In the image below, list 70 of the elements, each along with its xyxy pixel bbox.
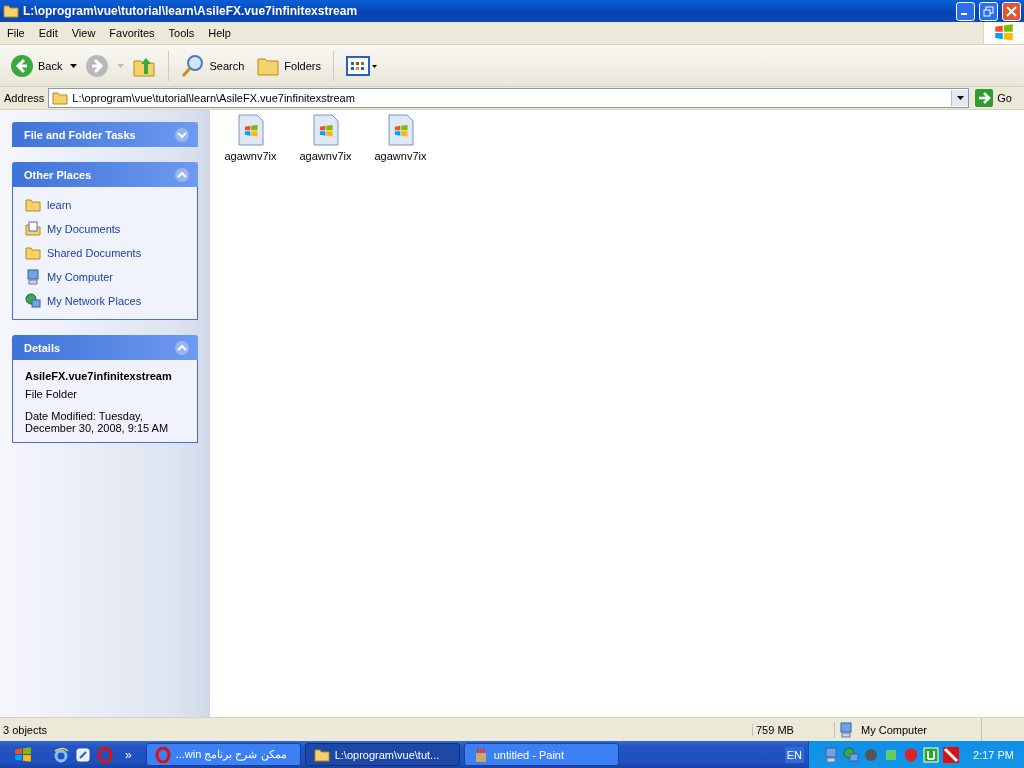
- language-indicator[interactable]: EN: [784, 746, 805, 763]
- place-link[interactable]: My Computer: [25, 267, 185, 287]
- search-button[interactable]: Search: [177, 51, 249, 80]
- network-icon: [25, 293, 41, 309]
- caret-icon: [956, 96, 964, 100]
- window-title: L:\oprogram\vue\tutorial\learn\AsileFX.vue7infinitexstream: [23, 4, 359, 18]
- folder-icon: [25, 197, 41, 213]
- caret-icon[interactable]: [70, 63, 78, 68]
- windows-flag-icon: [994, 23, 1014, 43]
- menu-item[interactable]: View: [64, 27, 103, 39]
- taskbar-button[interactable]: ممكن شرح برنامج win...: [145, 743, 301, 766]
- more-button[interactable]: »: [119, 747, 138, 762]
- minimize-button[interactable]: [956, 1, 975, 21]
- panel-header[interactable]: Other Places: [12, 162, 198, 187]
- menu-item[interactable]: Favorites: [102, 27, 162, 39]
- minimize-icon: [960, 13, 967, 15]
- menu-item[interactable]: Help: [201, 27, 238, 39]
- panel-header[interactable]: File and Folder Tasks: [12, 122, 198, 147]
- free-space: 759 MB: [752, 723, 834, 736]
- restore-button[interactable]: [979, 1, 998, 21]
- place-link[interactable]: Shared Documents: [25, 243, 185, 263]
- browser-icon: [53, 746, 69, 763]
- quick-launch-button[interactable]: [53, 746, 69, 763]
- computer-icon: [823, 746, 840, 763]
- close-button[interactable]: [1002, 1, 1021, 21]
- folder-icon: [25, 245, 41, 261]
- clock: 2:17 PM: [973, 748, 1014, 761]
- address-label: Address: [4, 92, 45, 104]
- menu-item[interactable]: Tools: [161, 27, 202, 39]
- folder-icon: [52, 90, 69, 106]
- taskbar-button[interactable]: L:\oprogram\vue\tut...: [304, 743, 460, 766]
- item-tile[interactable]: agawnv7ix: [297, 114, 354, 162]
- collapse-icon: [174, 166, 190, 183]
- file-icon: [386, 114, 415, 146]
- panel-header[interactable]: Details: [12, 335, 198, 360]
- zone-label: My Computer: [860, 723, 929, 736]
- network-icon: [843, 746, 860, 763]
- close-icon: [1006, 5, 1017, 17]
- dropdown-button[interactable]: [951, 90, 969, 106]
- place-link[interactable]: learn: [25, 195, 185, 215]
- object-count: 3 objects: [2, 723, 49, 736]
- place-link[interactable]: My Network Places: [25, 291, 185, 311]
- item-tile[interactable]: agawnv7ix: [372, 114, 429, 162]
- document-folder-icon: [25, 221, 41, 237]
- windows-flag-icon: [13, 745, 32, 764]
- file-icon: [236, 114, 265, 146]
- search-icon: [181, 53, 206, 78]
- folder-name: AsileFX.vue7infinitexstream: [25, 369, 173, 384]
- back-button[interactable]: Back: [6, 51, 67, 80]
- tray-app-icon[interactable]: [943, 746, 960, 763]
- app-icon: [75, 746, 91, 763]
- computer-icon: [838, 721, 854, 738]
- folder-icon: [313, 746, 330, 763]
- quick-launch-button[interactable]: [75, 746, 91, 763]
- item-tile[interactable]: agawnv7ix: [222, 114, 279, 162]
- folders-button[interactable]: Folders: [252, 51, 325, 80]
- folder-icon: [3, 3, 19, 19]
- date-modified: Date Modified: Tuesday, December 30, 2008, 9:15 AM: [25, 410, 170, 434]
- menu-item[interactable]: File: [0, 27, 32, 39]
- menu-item[interactable]: Edit: [31, 27, 65, 39]
- address-field[interactable]: L:\oprogram\vue\tutorial\learn\AsileFX.vue7infinitexstream: [48, 88, 970, 108]
- folder-type: File Folder: [25, 388, 78, 400]
- taskbar-button[interactable]: untitled - Paint: [463, 743, 619, 766]
- place-link[interactable]: My Documents: [25, 219, 185, 239]
- computer-icon: [25, 269, 41, 285]
- collapse-icon: [174, 339, 190, 356]
- file-icon: [311, 114, 340, 146]
- restore-icon: [983, 5, 994, 17]
- go-button[interactable]: Go: [973, 89, 1020, 107]
- expand-icon: [174, 126, 190, 143]
